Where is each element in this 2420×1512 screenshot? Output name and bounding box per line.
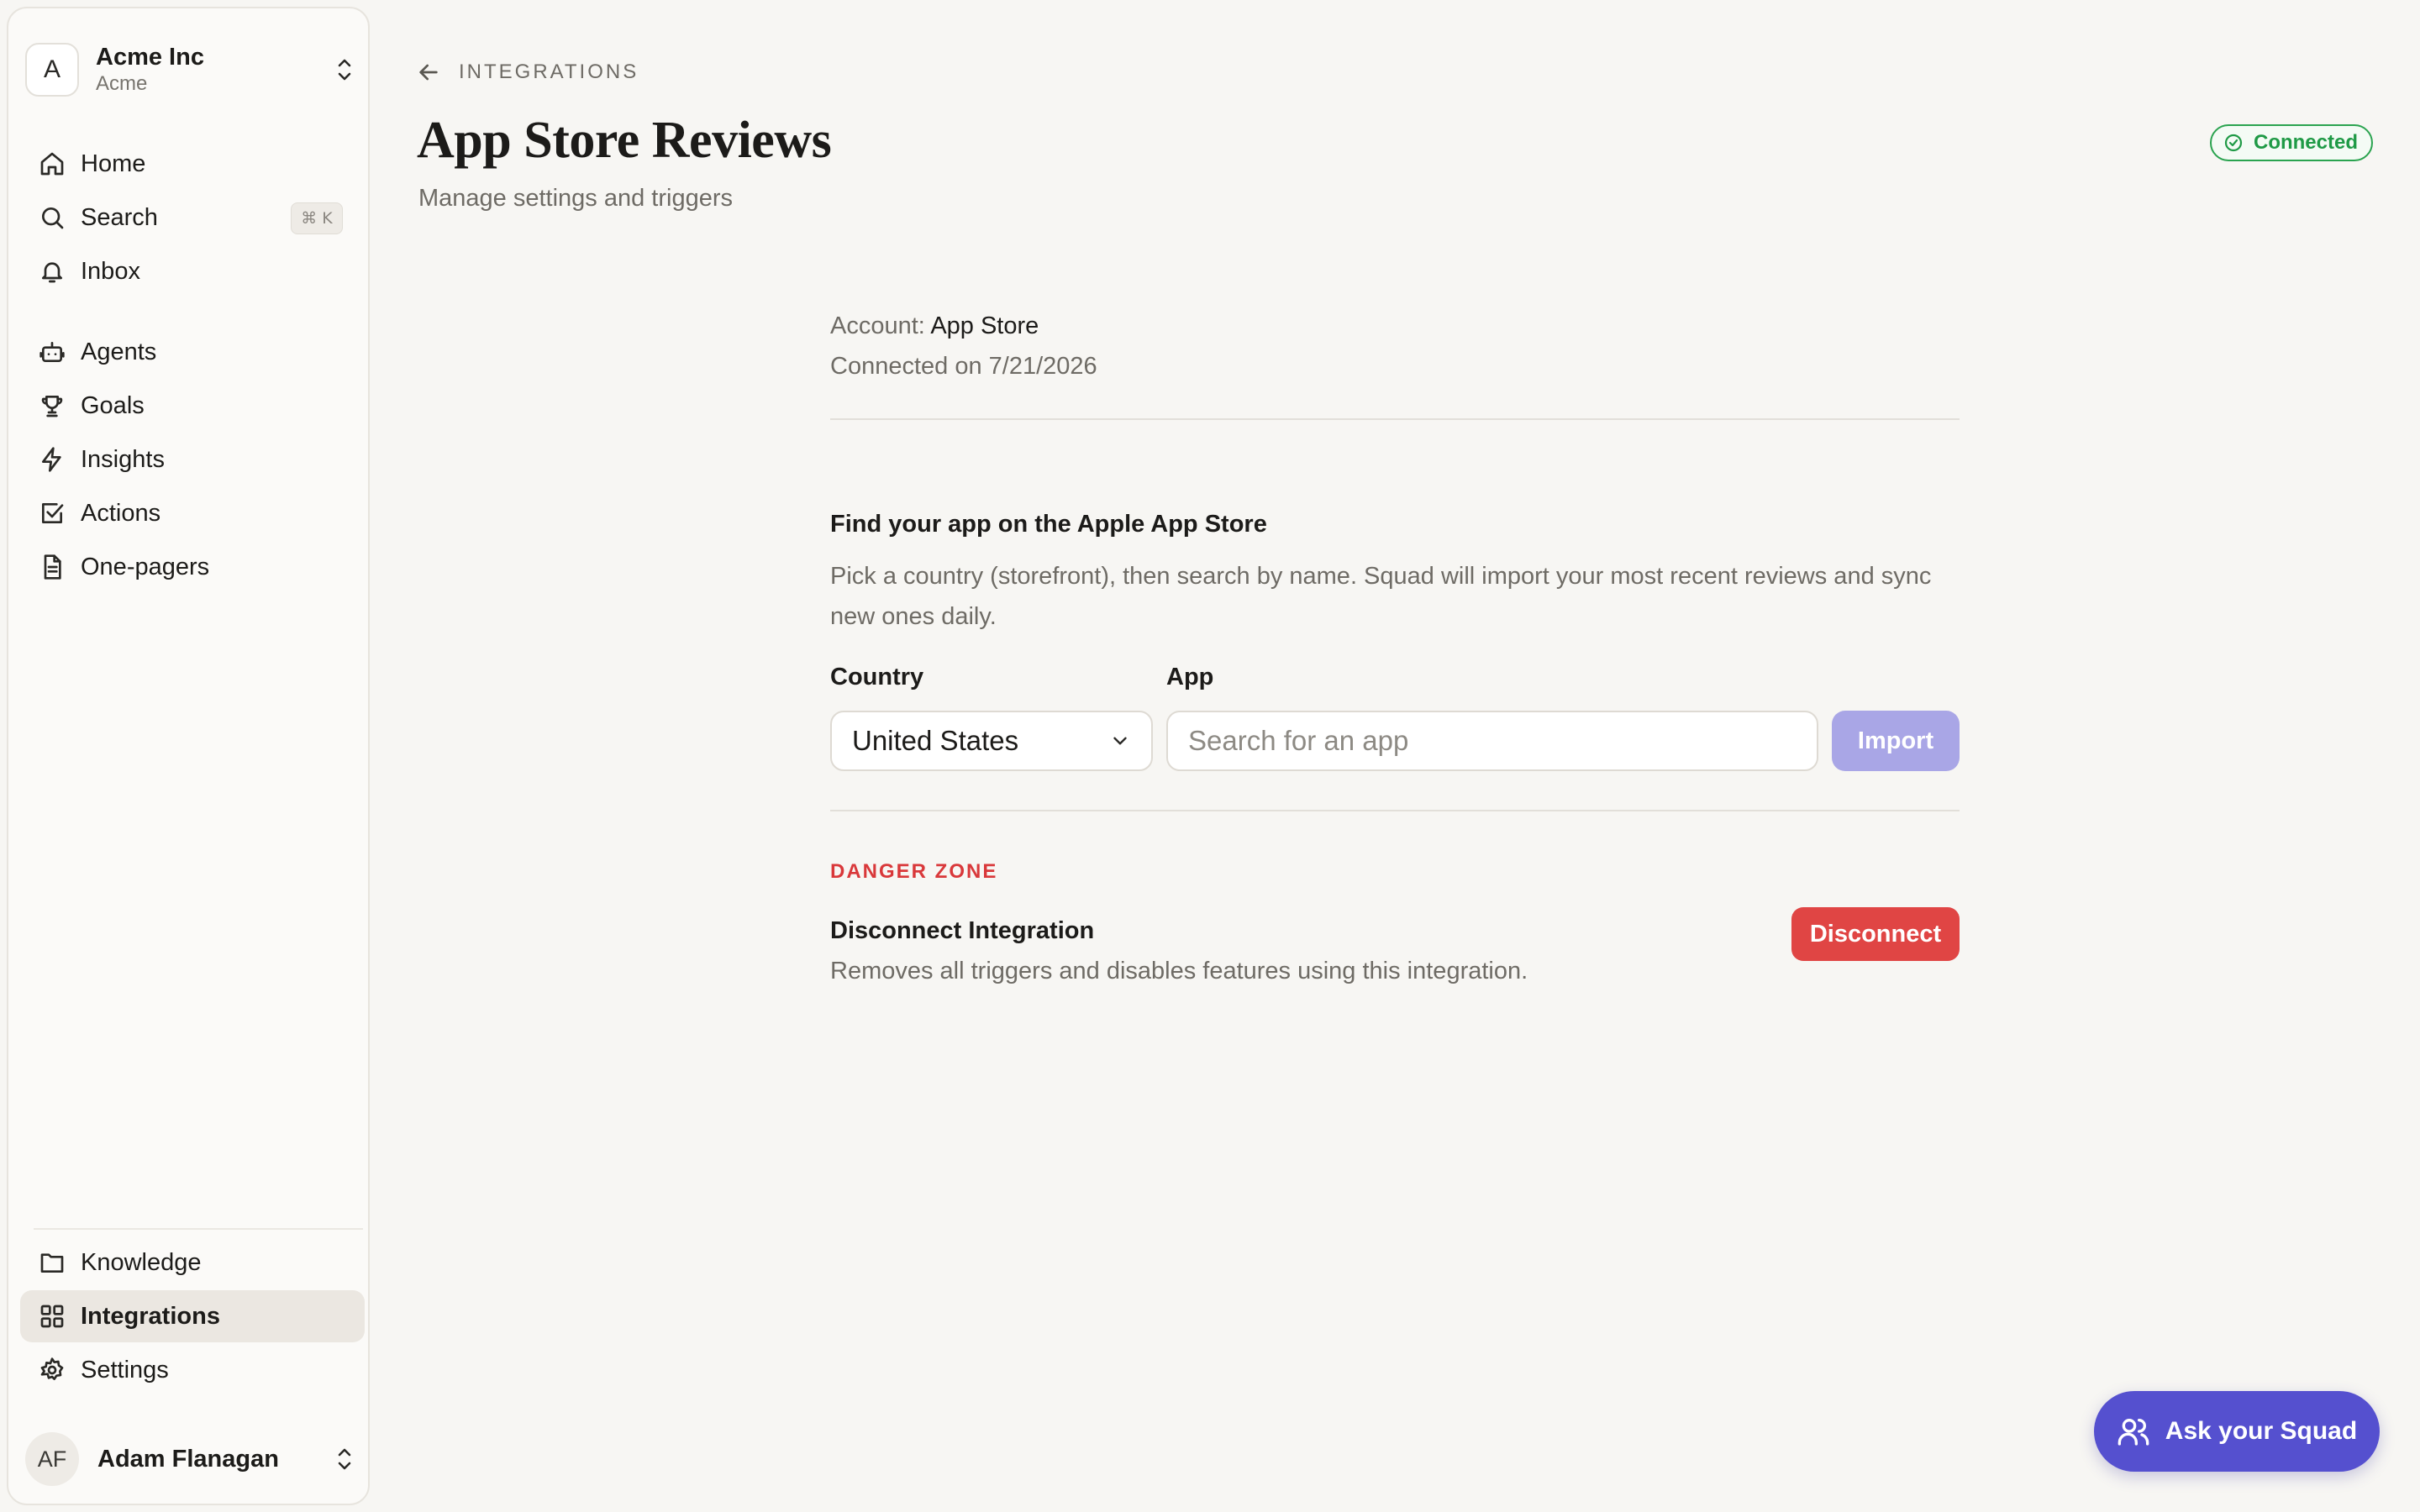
ask-squad-label: Ask your Squad xyxy=(2165,1417,2358,1445)
sidebar-item-settings[interactable]: Settings xyxy=(20,1344,365,1396)
chevron-updown-icon xyxy=(334,1444,355,1474)
disconnect-button[interactable]: Disconnect xyxy=(1791,907,1960,961)
finder-title: Find your app on the Apple App Store xyxy=(830,511,1267,538)
page-title: App Store Reviews xyxy=(417,112,832,169)
breadcrumb[interactable]: INTEGRATIONS xyxy=(415,59,639,86)
org-info: Acme Inc Acme xyxy=(96,43,334,97)
ask-squad-button[interactable]: Ask your Squad xyxy=(2094,1391,2380,1472)
checkbox-icon xyxy=(39,500,81,527)
org-name: Acme Inc xyxy=(96,44,204,71)
main-content: INTEGRATIONS App Store Reviews Manage se… xyxy=(376,7,2420,1505)
country-select[interactable]: United States xyxy=(830,711,1153,771)
sidebar-divider xyxy=(34,1228,363,1230)
account-value: App Store xyxy=(930,312,1039,339)
app-search-input[interactable] xyxy=(1166,711,1818,771)
document-icon xyxy=(39,554,81,580)
bot-icon xyxy=(39,339,81,365)
country-select-value: United States xyxy=(852,725,1019,756)
sidebar-item-one-pagers[interactable]: One-pagers xyxy=(20,541,365,593)
chevron-updown-icon xyxy=(334,55,355,85)
sidebar-item-label: Knowledge xyxy=(81,1248,202,1276)
home-icon xyxy=(39,150,81,177)
status-badge-label: Connected xyxy=(2253,131,2358,154)
sidebar-item-label: Actions xyxy=(81,499,161,527)
chevron-down-icon xyxy=(1109,730,1131,752)
grid-icon xyxy=(39,1303,81,1330)
check-circle-icon xyxy=(2223,133,2254,153)
folder-icon xyxy=(39,1249,81,1276)
sidebar-item-knowledge[interactable]: Knowledge xyxy=(20,1236,365,1289)
user-menu[interactable]: AF Adam Flanagan xyxy=(25,1430,355,1488)
sidebar-item-label: Settings xyxy=(81,1356,169,1383)
account-label: Account: xyxy=(830,312,925,339)
finder-description: Pick a country (storefront), then search… xyxy=(830,563,1932,630)
arrow-left-icon xyxy=(415,59,459,86)
country-label: Country xyxy=(830,664,924,690)
sidebar-item-integrations[interactable]: Integrations xyxy=(20,1290,365,1342)
gear-icon xyxy=(39,1357,81,1383)
disconnect-title: Disconnect Integration xyxy=(830,917,1095,944)
divider xyxy=(830,418,1960,420)
danger-zone-heading: DANGER ZONE xyxy=(830,860,998,883)
user-name: Adam Flanagan xyxy=(97,1445,279,1473)
org-subtitle: Acme xyxy=(96,72,148,95)
status-badge: Connected xyxy=(2209,124,2373,161)
keyboard-shortcut: ⌘ K xyxy=(291,202,343,234)
sidebar-item-label: Insights xyxy=(81,445,165,473)
bell-icon xyxy=(39,258,81,285)
org-avatar: A xyxy=(25,43,79,97)
trophy-icon xyxy=(39,392,81,419)
sidebar: A Acme Inc Acme Home Search ⌘ K Inbox Ag… xyxy=(7,7,370,1505)
page-subtitle: Manage settings and triggers xyxy=(418,185,733,212)
sidebar-item-home[interactable]: Home xyxy=(20,138,365,190)
sidebar-item-actions[interactable]: Actions xyxy=(20,487,365,539)
org-switcher[interactable]: A Acme Inc Acme xyxy=(25,37,355,102)
app-label: App xyxy=(1166,664,1214,690)
sidebar-item-label: Goals xyxy=(81,391,145,419)
avatar: AF xyxy=(25,1432,79,1486)
sidebar-item-label: Home xyxy=(81,150,146,177)
sidebar-item-agents[interactable]: Agents xyxy=(20,326,365,378)
sidebar-item-label: Inbox xyxy=(81,257,140,285)
divider xyxy=(830,810,1960,811)
disconnect-description: Removes all triggers and disables featur… xyxy=(830,958,1528,984)
sidebar-item-label: Integrations xyxy=(81,1302,220,1330)
sidebar-item-insights[interactable]: Insights xyxy=(20,433,365,486)
bolt-icon xyxy=(39,446,81,473)
sidebar-item-label: One-pagers xyxy=(81,553,210,580)
search-icon xyxy=(39,204,81,231)
users-icon xyxy=(2117,1415,2165,1448)
sidebar-item-inbox[interactable]: Inbox xyxy=(20,245,365,297)
sidebar-item-goals[interactable]: Goals xyxy=(20,380,365,432)
sidebar-item-label: Agents xyxy=(81,338,157,365)
connected-date: Connected on 7/21/2026 xyxy=(830,353,1097,380)
sidebar-item-label: Search xyxy=(81,203,158,231)
sidebar-item-search[interactable]: Search ⌘ K xyxy=(20,192,365,244)
account-line: Account: App Store xyxy=(830,312,1039,340)
import-button[interactable]: Import xyxy=(1832,711,1960,771)
breadcrumb-label: INTEGRATIONS xyxy=(459,60,639,83)
